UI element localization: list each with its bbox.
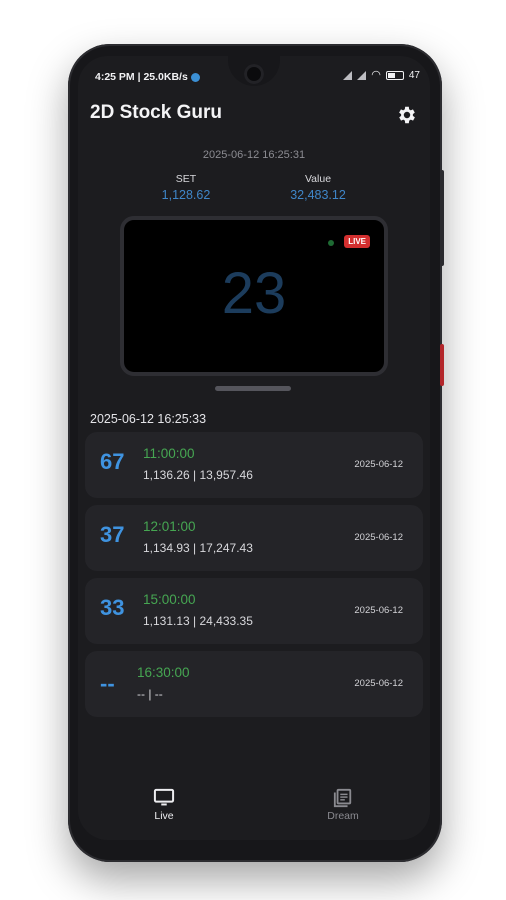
nav-dream[interactable]: Dream: [303, 788, 383, 822]
power-button: [440, 344, 444, 386]
nav-dream-label: Dream: [327, 810, 359, 822]
tv-icon: [153, 788, 175, 808]
value-stat: Value 32,483.12: [258, 173, 378, 202]
result-date: 2025-06-12: [354, 605, 403, 616]
result-time: 12:01:00: [143, 519, 196, 534]
app-title: 2D Stock Guru: [90, 102, 222, 123]
live-number-display: LIVE 23: [120, 216, 388, 376]
result-card[interactable]: 67 11:00:00 1,136.26 | 13,957.46 2025-06…: [85, 432, 423, 498]
result-values: 1,134.93 | 17,247.43: [143, 541, 253, 555]
value-value: 32,483.12: [290, 188, 346, 202]
status-bar: 4:25 PM | 25.0KB/s ◠ 47: [78, 56, 430, 96]
live-number: 23: [221, 261, 287, 326]
result-number: --: [100, 671, 115, 696]
signal-icon: [343, 71, 353, 80]
status-icons: ◠ 47: [343, 70, 420, 81]
notification-icon: [190, 72, 200, 82]
result-time: 15:00:00: [143, 592, 196, 607]
results-timestamp: 2025-06-12 16:25:33: [90, 412, 207, 426]
display-stand: [215, 386, 291, 391]
nav-live-label: Live: [154, 810, 174, 822]
nav-live[interactable]: Live: [124, 788, 204, 822]
set-stat: SET 1,128.62: [126, 173, 246, 202]
live-indicator-dot: [328, 240, 334, 246]
result-number: 37: [100, 522, 125, 547]
signal-icon-2: [357, 71, 367, 80]
result-values: 1,131.13 | 24,433.35: [143, 614, 253, 628]
result-number: 33: [100, 595, 125, 620]
battery-level: 47: [408, 70, 420, 81]
result-date: 2025-06-12: [354, 532, 403, 543]
result-date: 2025-06-12: [354, 678, 403, 689]
result-values: 1,136.26 | 13,957.46: [143, 468, 253, 482]
app-screen: 4:25 PM | 25.0KB/s ◠ 47 2D Stock Guru 20…: [78, 56, 430, 840]
result-card[interactable]: 37 12:01:00 1,134.93 | 17,247.43 2025-06…: [85, 505, 423, 571]
bottom-navigation: Live Dream: [78, 778, 430, 840]
result-date: 2025-06-12: [354, 459, 403, 470]
result-card[interactable]: 33 15:00:00 1,131.13 | 24,433.35 2025-06…: [85, 578, 423, 644]
result-card[interactable]: -- 16:30:00 -- | -- 2025-06-12: [85, 651, 423, 717]
live-timestamp: 2025-06-12 16:25:31: [202, 149, 306, 161]
status-time-text: 4:25 PM | 25.0KB/s: [95, 71, 188, 83]
result-number: 67: [100, 449, 125, 474]
book-icon: [332, 788, 354, 808]
camera-icon: [244, 64, 264, 84]
status-time: 4:25 PM | 25.0KB/s: [95, 71, 200, 83]
wifi-icon: ◠: [371, 69, 381, 81]
result-time: 11:00:00: [143, 446, 195, 461]
gear-icon[interactable]: [396, 104, 418, 126]
volume-button: [440, 170, 444, 266]
set-value: 1,128.62: [161, 188, 211, 202]
value-label: Value: [304, 173, 332, 185]
set-label: SET: [175, 173, 197, 185]
battery-icon: [385, 71, 404, 80]
result-values: -- | --: [137, 687, 163, 701]
result-time: 16:30:00: [137, 665, 190, 680]
live-badge: LIVE: [344, 235, 370, 248]
